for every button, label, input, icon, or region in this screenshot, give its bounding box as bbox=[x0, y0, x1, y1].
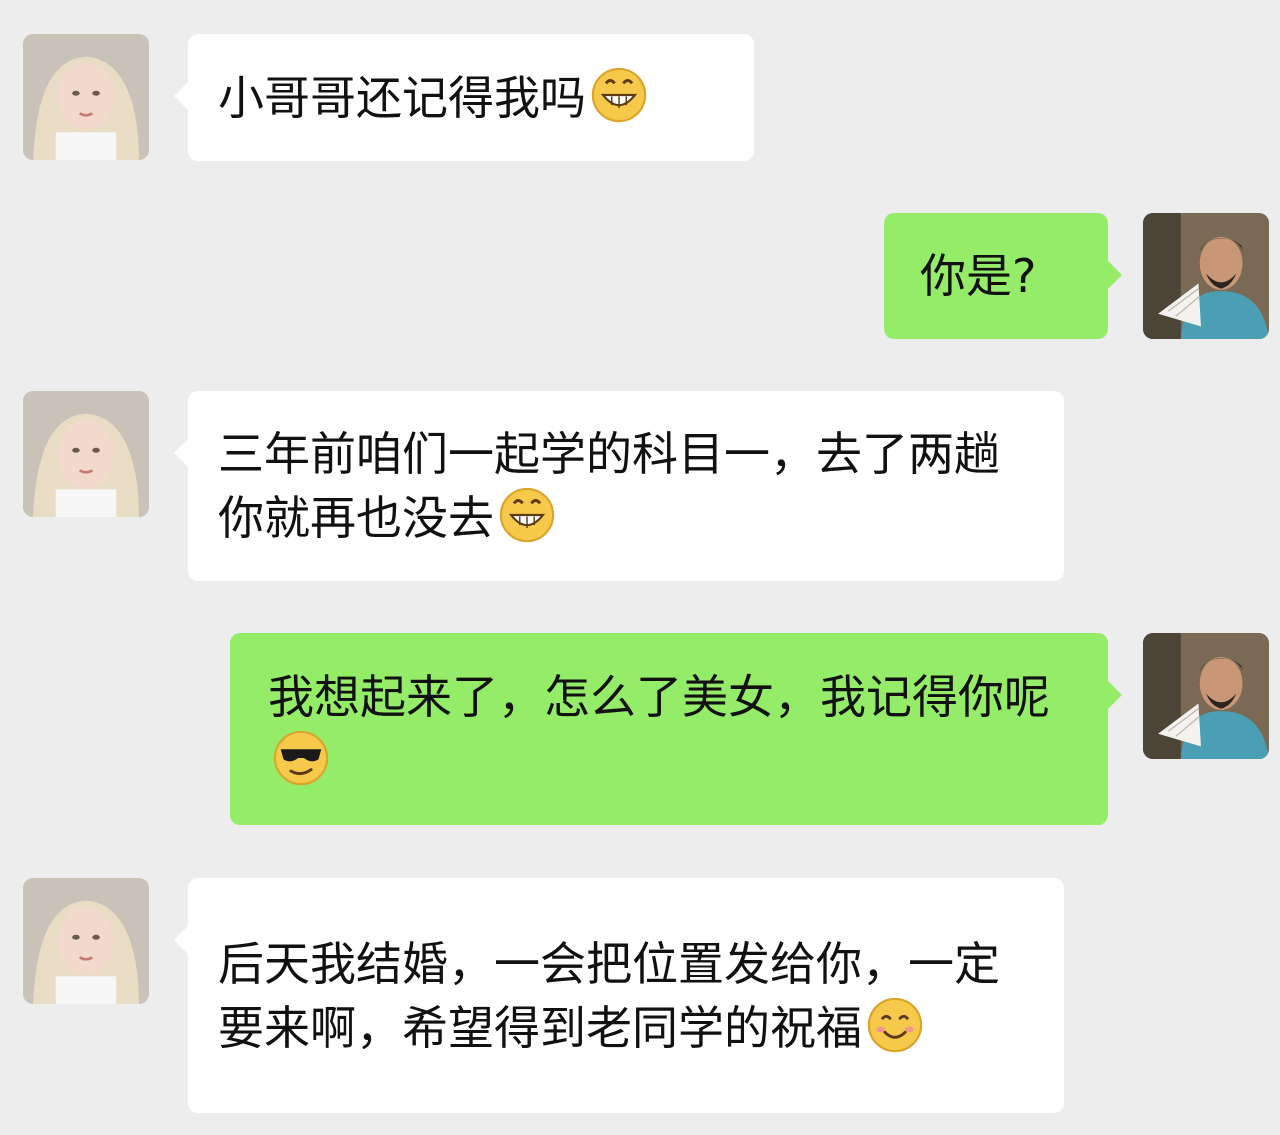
contact-avatar[interactable] bbox=[23, 391, 149, 517]
user-avatar-image bbox=[1143, 213, 1269, 339]
message-text: 三年前咱们一起学的科目一，去了两趟你就再也没去 bbox=[218, 427, 1000, 545]
message-bubble-incoming[interactable]: 三年前咱们一起学的科目一，去了两趟你就再也没去 bbox=[174, 391, 1064, 581]
user-avatar[interactable] bbox=[1143, 213, 1269, 339]
contact-avatar[interactable] bbox=[23, 878, 149, 1004]
grin-emoji-icon bbox=[498, 486, 556, 544]
smile-emoji-icon bbox=[866, 996, 924, 1054]
grin-emoji-icon bbox=[590, 66, 648, 124]
message-bubble-incoming[interactable]: 后天我结婚，一会把位置发给你，一定要来啊，希望得到老同学的祝福 bbox=[174, 878, 1064, 1113]
user-avatar-image bbox=[1143, 633, 1269, 759]
message-bubble-outgoing[interactable]: 我想起来了，怎么了美女，我记得你呢 bbox=[230, 633, 1122, 825]
user-avatar[interactable] bbox=[1143, 633, 1269, 759]
message-bubble-incoming[interactable]: 小哥哥还记得我吗 bbox=[174, 34, 754, 161]
contact-avatar-image bbox=[23, 391, 149, 517]
contact-avatar[interactable] bbox=[23, 34, 149, 160]
sunglasses-emoji-icon bbox=[272, 729, 330, 787]
message-text: 我想起来了，怎么了美女，我记得你呢 bbox=[268, 670, 1050, 724]
message-text: 你是? bbox=[920, 249, 1037, 303]
contact-avatar-image bbox=[23, 34, 149, 160]
message-bubble-outgoing[interactable]: 你是? bbox=[884, 213, 1122, 339]
message-text: 小哥哥还记得我吗 bbox=[218, 70, 586, 125]
contact-avatar-image bbox=[23, 878, 149, 1004]
